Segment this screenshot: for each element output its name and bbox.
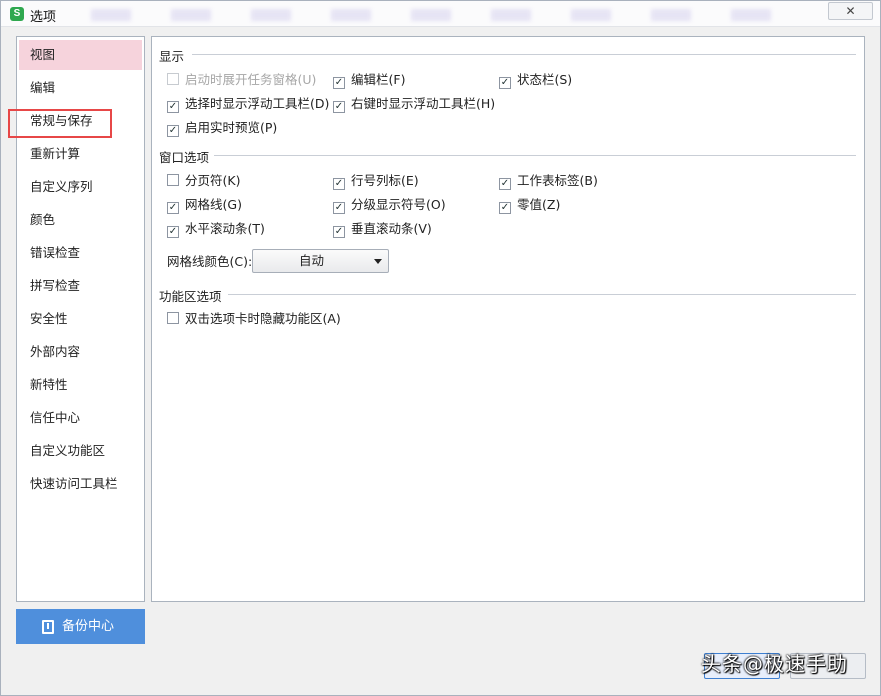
checkbox-checked-icon: ✓ [499,77,511,89]
sidebar-item-recalculate[interactable]: 重新计算 [19,139,142,169]
backup-icon [42,620,54,634]
options-content-panel: 显示 启动时展开任务窗格(U) ✓ 编辑栏(F) ✓ 状态栏(S) ✓ 选择时显示浮动… [151,36,865,602]
sidebar-item-security[interactable]: 安全性 [19,304,142,334]
ribbon-section-divider [228,294,856,295]
checkbox-checked-icon: ✓ [333,77,345,89]
close-button[interactable]: ✕ [828,2,873,20]
sidebar-item-external-content[interactable]: 外部内容 [19,337,142,367]
sidebar-item-color[interactable]: 颜色 [19,205,142,235]
checkbox-checked-icon: ✓ [167,226,179,238]
checkbox-checked-icon: ✓ [333,178,345,190]
watermark-text: 头条@极速手助 [701,652,848,676]
red-highlight-annotation [8,109,112,138]
option-hide-ribbon-dblclick[interactable]: 双击选项卡时隐藏功能区(A) [167,311,341,327]
option-vertical-scrollbar[interactable]: ✓ 垂直滚动条(V) [333,221,432,238]
option-outline-symbols[interactable]: ✓ 分级显示符号(O) [333,197,446,214]
option-zero-values[interactable]: ✓ 零值(Z) [499,197,560,214]
checkbox-checked-icon: ✓ [333,101,345,113]
checkbox-checked-icon: ✓ [167,101,179,113]
dropdown-arrow-icon [374,259,382,264]
checkbox-checked-icon: ✓ [333,202,345,214]
sidebar-item-view[interactable]: 视图 [19,40,142,70]
option-page-breaks[interactable]: 分页符(K) [167,173,240,189]
display-section-title: 显示 [159,46,189,65]
sidebar-item-custom-lists[interactable]: 自定义序列 [19,172,142,202]
sidebar-item-new-features[interactable]: 新特性 [19,370,142,400]
blurred-background-toolbar [91,9,811,21]
checkbox-checked-icon: ✓ [499,202,511,214]
option-live-preview[interactable]: ✓ 启用实时预览(P) [167,120,277,137]
gridline-color-select[interactable]: 自动 [252,249,389,273]
checkbox-checked-icon: ✓ [499,178,511,190]
ribbon-options-section-title: 功能区选项 [159,286,226,305]
checkbox-icon [167,73,179,85]
checkbox-icon [167,312,179,324]
sidebar-item-error-check[interactable]: 错误检查 [19,238,142,268]
option-sheet-tabs[interactable]: ✓ 工作表标签(B) [499,173,598,190]
options-dialog: S 选项 ✕ 视图 编辑 常规与保存 重新计算 自定义序列 颜色 错误检查 拼写… [0,0,881,696]
sidebar-item-customize-ribbon[interactable]: 自定义功能区 [19,436,142,466]
option-row-col-headers[interactable]: ✓ 行号列标(E) [333,173,419,190]
option-show-task-pane[interactable]: 启动时展开任务窗格(U) [167,72,316,88]
option-float-toolbar-select[interactable]: ✓ 选择时显示浮动工具栏(D) [167,96,329,113]
title-bar: S 选项 ✕ [1,1,880,27]
dialog-title: 选项 [30,10,57,25]
sidebar-item-edit[interactable]: 编辑 [19,73,142,103]
sidebar-item-trust-center[interactable]: 信任中心 [19,403,142,433]
checkbox-checked-icon: ✓ [333,226,345,238]
option-float-toolbar-rightclick[interactable]: ✓ 右键时显示浮动工具栏(H) [333,96,495,113]
window-options-section-title: 窗口选项 [159,147,214,166]
backup-center-button[interactable]: 备份中心 [16,609,145,644]
sidebar-item-spell-check[interactable]: 拼写检查 [19,271,142,301]
display-section-divider [192,54,856,55]
checkbox-checked-icon: ✓ [167,202,179,214]
option-horizontal-scrollbar[interactable]: ✓ 水平滚动条(T) [167,221,265,238]
gridline-color-label: 网格线颜色(C): [167,254,253,269]
option-formula-bar[interactable]: ✓ 编辑栏(F) [333,72,405,89]
window-section-divider [214,155,856,156]
sidebar-item-quick-access-toolbar[interactable]: 快速访问工具栏 [19,469,142,499]
option-status-bar[interactable]: ✓ 状态栏(S) [499,72,572,89]
checkbox-icon [167,174,179,186]
option-gridlines[interactable]: ✓ 网格线(G) [167,197,242,214]
wps-spreadsheet-icon: S [10,7,24,21]
checkbox-checked-icon: ✓ [167,125,179,137]
